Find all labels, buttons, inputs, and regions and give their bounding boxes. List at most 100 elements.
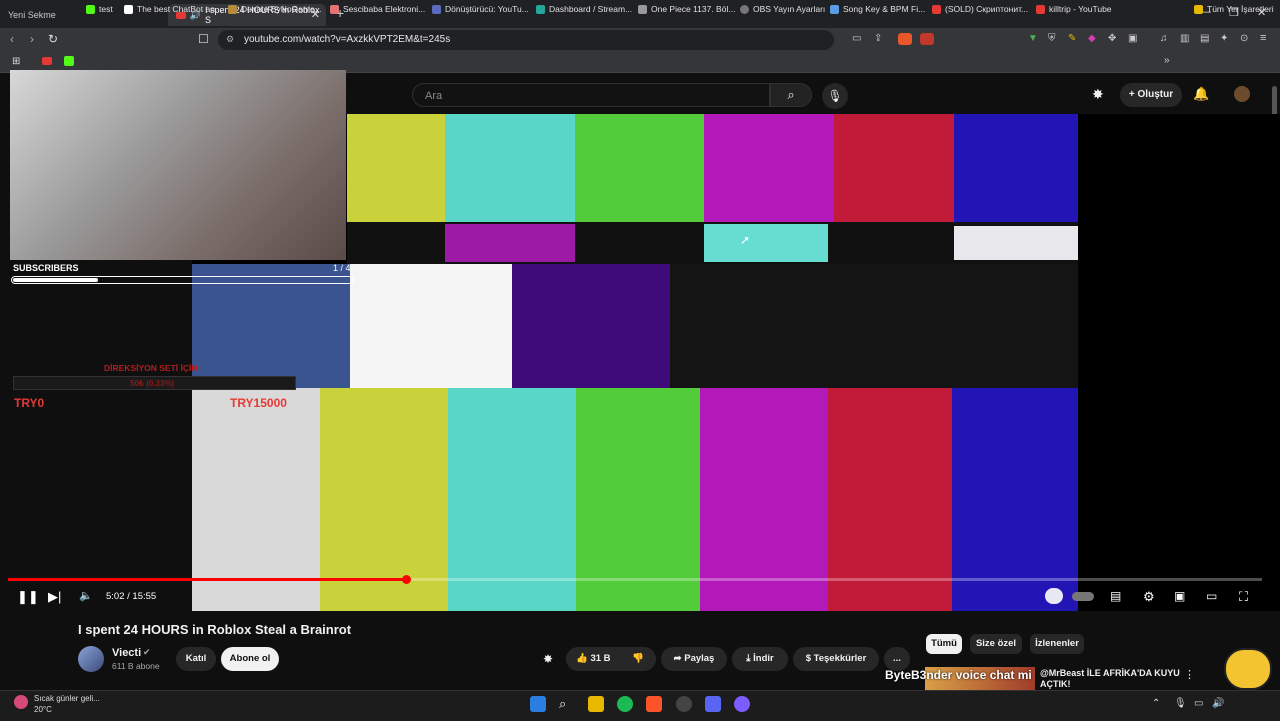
recommendation-title[interactable]: @MrBeast İLE AFRİKA'DA KUYU AÇTIK! <box>1040 668 1180 690</box>
bookmark-killtrip[interactable]: killtrip - YouTube <box>1036 4 1112 14</box>
create-button[interactable]: + Oluştur <box>1120 83 1182 107</box>
tray-chevron-icon[interactable]: ⌃ <box>1152 698 1160 709</box>
sidebar-icon[interactable]: ▥ <box>1180 33 1189 44</box>
bookmark-songkey[interactable]: Song Key & BPM Fi... <box>830 4 925 14</box>
search-input[interactable]: Ara <box>412 83 770 107</box>
bookmark-obs[interactable]: OBS Yayın Ayarları <box>740 4 825 14</box>
youtube-bookmark-icon[interactable] <box>42 57 52 65</box>
search-placeholder: Ara <box>425 90 443 102</box>
channel-avatar[interactable] <box>78 646 104 672</box>
vpn-shield-icon[interactable]: ⊙ <box>1240 33 1248 44</box>
like-button[interactable]: 👍 31 B 👎 <box>566 647 656 671</box>
bookmark-chatbot[interactable]: The best ChatBot an... <box>124 4 222 14</box>
autoplay-badge-icon[interactable] <box>1045 588 1063 604</box>
bynogame-icon <box>228 4 237 14</box>
autoplay-toggle[interactable] <box>1072 592 1094 601</box>
apps-grid-icon[interactable]: ⊞ <box>12 56 20 67</box>
bookmark-dashboard[interactable]: Dashboard / Stream... <box>536 4 632 14</box>
pause-icon[interactable]: ❚❚ <box>17 589 39 605</box>
thanks-icon: $ <box>805 653 814 664</box>
display-tray-icon[interactable]: ▭ <box>1194 698 1203 709</box>
forward-icon[interactable]: › <box>30 32 34 46</box>
download-button[interactable]: ⤓ İndir <box>732 647 788 671</box>
chip-watched[interactable]: İzlenenler <box>1030 634 1084 654</box>
theater-mode-icon[interactable]: ▭ <box>1206 589 1217 603</box>
weather-icon[interactable] <box>14 695 28 709</box>
scrubber-handle[interactable] <box>402 575 411 584</box>
bookmark-sold[interactable]: (SOLD) Скриптонит... <box>932 4 1028 14</box>
site-info-icon[interactable]: ⚙ <box>226 34 234 45</box>
bookmark-onepiece[interactable]: One Piece 1137. Böl... <box>638 4 735 14</box>
music-icon[interactable]: ♫ <box>1160 33 1168 44</box>
chip-all[interactable]: Tümü <box>926 634 962 654</box>
back-icon[interactable]: ‹ <box>10 32 14 46</box>
thanks-button[interactable]: $ Teşekkürler <box>793 647 879 671</box>
share-arrow-icon: ➦ <box>673 653 685 664</box>
menu-icon[interactable]: ≡ <box>1260 32 1266 44</box>
url-field[interactable]: youtube.com/watch?v=AxzkkVPT2EM&t=245s <box>218 30 834 50</box>
volume-tray-icon[interactable]: 🔊 <box>1212 698 1224 709</box>
video-frame <box>575 114 704 222</box>
bookmark-label: Song Key & BPM Fi... <box>843 4 926 14</box>
brave-icon[interactable] <box>646 696 662 712</box>
volume-icon[interactable]: 🔈 <box>79 589 93 602</box>
notifications-icon[interactable]: 🔔 <box>1193 86 1209 102</box>
folder-icon <box>1194 4 1203 14</box>
miniplayer-icon[interactable]: ▣ <box>1174 589 1185 603</box>
chip-for-you[interactable]: Size özel <box>970 634 1022 654</box>
screenshot-icon[interactable]: ▣ <box>1128 33 1137 44</box>
spotify-icon[interactable] <box>617 696 633 712</box>
pen-icon[interactable]: ✎ <box>1068 33 1076 44</box>
discord-ptb-icon[interactable] <box>734 696 750 712</box>
wallet-icon[interactable]: ▤ <box>1200 33 1209 44</box>
bookmark-donate[interactable]: Donate ByNoGame... <box>228 4 322 14</box>
diamond-icon <box>124 4 133 14</box>
converter-icon <box>432 4 441 14</box>
weather-text[interactable]: Sıcak günler geli... <box>34 694 100 703</box>
vpn-icon[interactable]: ▼ <box>1028 33 1038 44</box>
ai-icon[interactable]: ✦ <box>1220 33 1228 44</box>
search-button[interactable]: ⌕ <box>770 83 812 107</box>
bookmark-label: One Piece 1137. Böl... <box>651 4 736 14</box>
share-button[interactable]: ➦ Paylaş <box>661 647 727 671</box>
app-icon[interactable] <box>676 696 692 712</box>
bookmark-test[interactable]: test <box>86 4 113 14</box>
download-label: İndir <box>753 653 774 664</box>
bookmark-label: killtrip - YouTube <box>1049 4 1112 14</box>
account-avatar[interactable] <box>1234 86 1250 102</box>
more-options-icon[interactable]: ⋮ <box>1184 668 1195 681</box>
bookmark-icon[interactable]: ☐ <box>198 32 209 46</box>
bookmark-sescibaba[interactable]: Sescibaba Elektroni... <box>330 4 425 14</box>
kick-bookmark-icon[interactable] <box>64 56 74 66</box>
video-player[interactable] <box>192 114 1280 611</box>
ai-sparkle-icon[interactable]: ✸ <box>1092 86 1104 103</box>
brave-shield-icon[interactable] <box>898 33 912 45</box>
donation-goal-min: TRY0 <box>14 396 45 410</box>
extension-icon[interactable]: ◆ <box>1088 33 1096 44</box>
bookmark-converter[interactable]: Dönüştürücü: YouTu... <box>432 4 529 14</box>
voice-search-button[interactable]: 🎙 <box>822 83 848 109</box>
subtitles-icon[interactable]: ▤ <box>1110 589 1121 603</box>
channel-name[interactable]: Viecti <box>112 647 141 659</box>
thumbs-down-icon[interactable]: 👎 <box>632 647 644 671</box>
subscribe-button[interactable]: Abone ol <box>221 647 279 671</box>
settings-gear-icon[interactable]: ⚙ <box>1143 589 1155 605</box>
next-icon[interactable]: ▶| <box>48 589 61 605</box>
mic-tray-icon[interactable]: 🎙 <box>1174 698 1187 709</box>
cast-icon[interactable]: ▭ <box>852 33 861 44</box>
puzzle-icon[interactable]: ✥ <box>1108 33 1116 44</box>
join-button[interactable]: Katıl <box>176 647 216 671</box>
more-bookmarks-icon[interactable]: » <box>1164 55 1170 66</box>
fullscreen-icon[interactable]: ⛶ <box>1239 589 1248 605</box>
donation-goal-value: 50₺ (0.33%) <box>130 379 175 388</box>
reload-icon[interactable]: ↻ <box>48 32 58 46</box>
share-icon[interactable]: ⇪ <box>874 33 882 44</box>
shield-icon[interactable]: ⛨ <box>1048 33 1056 44</box>
ai-ask-icon[interactable]: ✸ <box>543 652 553 666</box>
all-bookmarks[interactable]: Tüm Yer İşaretleri <box>1194 4 1274 14</box>
start-icon[interactable] <box>530 696 546 712</box>
discord-icon[interactable] <box>705 696 721 712</box>
search-taskbar-icon[interactable]: ⌕ <box>559 696 575 712</box>
file-explorer-icon[interactable] <box>588 696 604 712</box>
rewards-icon[interactable] <box>920 33 934 45</box>
